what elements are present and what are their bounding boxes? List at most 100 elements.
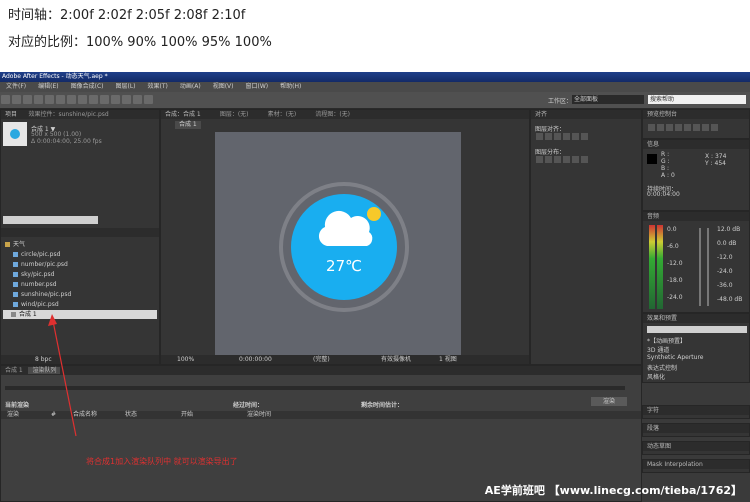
text-tool-icon[interactable] bbox=[89, 95, 98, 104]
menu-help[interactable]: 帮助(H) bbox=[280, 83, 301, 90]
psd-file-icon bbox=[13, 292, 18, 297]
rotate-tool-icon[interactable] bbox=[34, 95, 43, 104]
list-item[interactable]: number/pic.psd bbox=[13, 260, 68, 269]
last-frame-icon[interactable] bbox=[684, 124, 691, 131]
tab-comp-timeline[interactable]: 合成 1 bbox=[5, 367, 23, 374]
audio-db-4: -36.0 bbox=[717, 282, 733, 289]
tab-layer[interactable]: 图层：(无) bbox=[220, 111, 249, 118]
tab-mask-interpolation[interactable]: Mask Interpolation bbox=[643, 460, 749, 469]
tab-footage[interactable]: 素材：(无) bbox=[268, 111, 297, 118]
workspace-select[interactable]: 全部面板 bbox=[572, 95, 644, 104]
camera-tool-icon[interactable] bbox=[45, 95, 54, 104]
timecode[interactable]: 0:00:00:00 bbox=[239, 355, 272, 364]
comp-subtab[interactable]: 合成 1 bbox=[175, 121, 201, 129]
eraser-tool-icon[interactable] bbox=[122, 95, 131, 104]
distribute-bottom-icon[interactable] bbox=[554, 156, 561, 163]
first-frame-icon[interactable] bbox=[648, 124, 655, 131]
list-item[interactable]: wind/pic.psd bbox=[13, 300, 59, 309]
tab-motion-sketch[interactable]: 动态草图 bbox=[643, 442, 749, 451]
zoom-tool-icon[interactable] bbox=[23, 95, 32, 104]
audio-db-1: 0.0 dB bbox=[717, 240, 737, 247]
mask-tool-icon[interactable] bbox=[67, 95, 76, 104]
hand-tool-icon[interactable] bbox=[12, 95, 21, 104]
psd-file-icon bbox=[13, 282, 18, 287]
list-item[interactable]: sky/pic.psd bbox=[13, 270, 54, 279]
tab-paragraph[interactable]: 段落 bbox=[643, 424, 749, 433]
project-search-input[interactable] bbox=[3, 216, 98, 224]
distribute-buttons bbox=[535, 155, 589, 166]
align-hcenter-icon[interactable] bbox=[545, 133, 552, 140]
watermark: AE学前班吧 【www.linecg.com/tieba/1762】 bbox=[484, 484, 742, 497]
align-bottom-icon[interactable] bbox=[581, 133, 588, 140]
tab-character[interactable]: 字符 bbox=[643, 406, 749, 415]
loop-icon[interactable] bbox=[702, 124, 709, 131]
list-item[interactable]: 风格化 bbox=[647, 372, 665, 381]
audio-meter-left bbox=[649, 225, 655, 309]
audio-toggle-icon[interactable] bbox=[693, 124, 700, 131]
menu-view[interactable]: 视图(V) bbox=[213, 83, 234, 90]
align-top-icon[interactable] bbox=[563, 133, 570, 140]
menu-animation[interactable]: 动画(A) bbox=[180, 83, 201, 90]
menu-file[interactable]: 文件(F) bbox=[6, 83, 26, 90]
tab-composition[interactable]: 合成：合成 1 bbox=[165, 111, 201, 118]
distribute-top-icon[interactable] bbox=[536, 156, 543, 163]
play-icon[interactable] bbox=[666, 124, 673, 131]
distribute-hcenter-icon[interactable] bbox=[572, 156, 579, 163]
search-help-input[interactable]: 搜索帮助 bbox=[648, 95, 746, 104]
ram-preview-icon[interactable] bbox=[711, 124, 718, 131]
puppet-tool-icon[interactable] bbox=[144, 95, 153, 104]
list-item[interactable]: circle/pic.psd bbox=[13, 250, 60, 259]
distribute-vcenter-icon[interactable] bbox=[545, 156, 552, 163]
effects-search-input[interactable] bbox=[647, 326, 747, 333]
list-item[interactable]: Synthetic Aperture bbox=[647, 354, 704, 361]
viewer-footer: 100% 0:00:00:00 (完整) 有效摄像机 1 视图 bbox=[161, 355, 529, 364]
roto-tool-icon[interactable] bbox=[133, 95, 142, 104]
audio-slider-right[interactable] bbox=[707, 228, 709, 306]
tab-project[interactable]: 项目 bbox=[5, 111, 17, 118]
list-item[interactable]: 3D 通道 bbox=[647, 345, 669, 354]
list-item[interactable]: number.psd bbox=[13, 280, 57, 289]
folder-weather[interactable]: 天气 bbox=[5, 240, 25, 249]
clone-tool-icon[interactable] bbox=[111, 95, 120, 104]
distribute-left-icon[interactable] bbox=[563, 156, 570, 163]
effects-presets-panel: 效果和预置 *【动画预置】 3D 通道 Synthetic Aperture 表… bbox=[642, 313, 750, 383]
next-frame-icon[interactable] bbox=[675, 124, 682, 131]
views-select[interactable]: 1 视图 bbox=[439, 355, 457, 364]
tab-effects-presets[interactable]: 效果和预置 bbox=[643, 314, 749, 323]
audio-scale-3: -18.0 bbox=[667, 277, 683, 284]
pan-behind-tool-icon[interactable] bbox=[56, 95, 65, 104]
menu-effect[interactable]: 效果(T) bbox=[148, 83, 168, 90]
list-item[interactable]: 表达式控制 bbox=[647, 363, 677, 372]
tab-preview[interactable]: 预览控制台 bbox=[643, 110, 749, 119]
pen-tool-icon[interactable] bbox=[78, 95, 87, 104]
composition-canvas[interactable]: 27℃ bbox=[215, 132, 461, 356]
camera-select[interactable]: 有效摄像机 bbox=[381, 355, 411, 364]
temperature-label: 27℃ bbox=[326, 257, 362, 275]
render-button[interactable]: 渲染 bbox=[591, 397, 627, 406]
align-right-icon[interactable] bbox=[554, 133, 561, 140]
audio-slider-left[interactable] bbox=[699, 228, 701, 306]
tab-info[interactable]: 信息 bbox=[643, 140, 749, 149]
distribute-right-icon[interactable] bbox=[581, 156, 588, 163]
menu-bar: 文件(F) 编辑(E) 图像合成(C) 图层(L) 效果(T) 动画(A) 视图(V) 窗口(… bbox=[0, 82, 750, 92]
menu-window[interactable]: 窗口(W) bbox=[245, 83, 268, 90]
list-item[interactable]: *【动画预置】 bbox=[647, 336, 686, 345]
align-vcenter-icon[interactable] bbox=[572, 133, 579, 140]
psd-file-icon bbox=[13, 252, 18, 257]
psd-file-icon bbox=[13, 272, 18, 277]
selection-tool-icon[interactable] bbox=[1, 95, 10, 104]
prev-frame-icon[interactable] bbox=[657, 124, 664, 131]
brush-tool-icon[interactable] bbox=[100, 95, 109, 104]
menu-layer[interactable]: 图层(L) bbox=[116, 83, 136, 90]
list-item[interactable]: sunshine/pic.psd bbox=[13, 290, 71, 299]
tab-audio[interactable]: 音频 bbox=[643, 212, 749, 221]
menu-composition[interactable]: 图像合成(C) bbox=[71, 83, 104, 90]
audio-panel: 音频 0.0 -6.0 -12.0 -18.0 -24.0 12.0 dB 0.… bbox=[642, 211, 750, 313]
align-left-icon[interactable] bbox=[536, 133, 543, 140]
tab-flowchart[interactable]: 流程图：(无) bbox=[315, 111, 350, 118]
menu-edit[interactable]: 编辑(E) bbox=[38, 83, 58, 90]
zoom-select[interactable]: 100% bbox=[177, 355, 194, 364]
preview-panel: 预览控制台 bbox=[642, 109, 750, 139]
tab-effect-controls[interactable]: 效果控件：sunshine/pic.psd bbox=[28, 111, 108, 118]
quality-select[interactable]: (完整) bbox=[313, 355, 330, 364]
